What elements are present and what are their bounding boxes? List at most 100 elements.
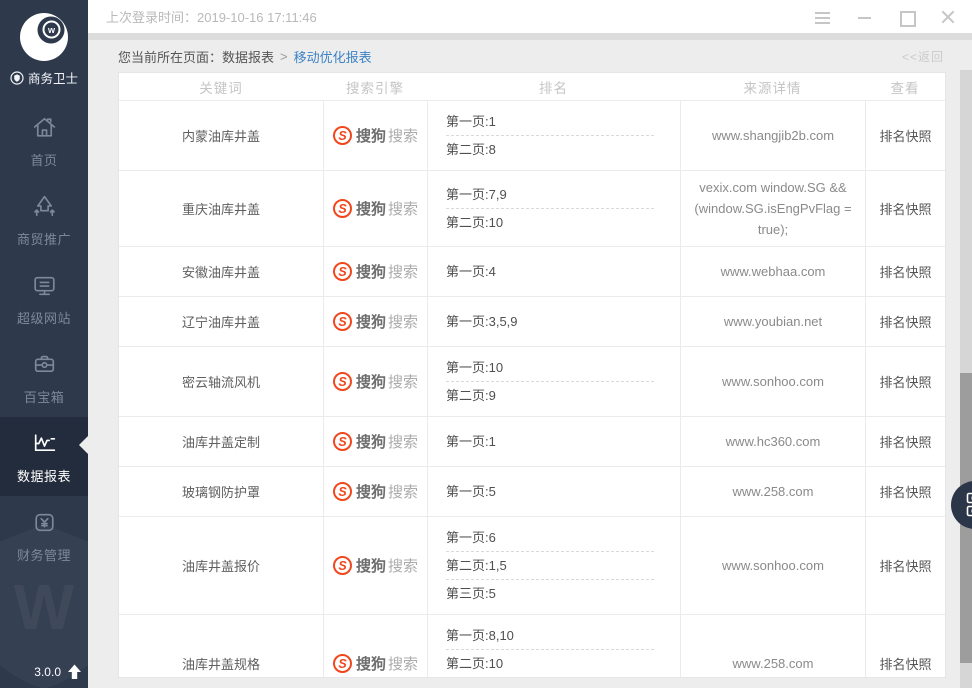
- cell-engine: S 搜狗 搜索: [323, 347, 427, 416]
- rank-line: 第二页:10: [446, 208, 654, 236]
- sogou-icon: S: [333, 556, 352, 575]
- engine-name: 搜狗: [356, 653, 386, 674]
- cell-rank: 第一页:3,5,9: [427, 297, 680, 346]
- sidebar: w 商务卫士 首页: [0, 0, 88, 688]
- engine-suffix: 搜索: [388, 371, 418, 392]
- sidebar-item-label: 商贸推广: [17, 229, 71, 248]
- data-report-icon: [30, 429, 59, 458]
- cell-view: 排名快照: [865, 297, 945, 346]
- table-row: 内蒙油库井盖 S 搜狗 搜索 第一页:1第二页:8 www.shangjib2b…: [119, 101, 945, 170]
- header-rank: 排名: [427, 77, 680, 97]
- qr-code-icon: [966, 492, 972, 518]
- snapshot-link[interactable]: 排名快照: [879, 262, 931, 281]
- back-link[interactable]: <<返回: [902, 48, 944, 65]
- yin-yang-logo-icon: w: [18, 11, 70, 63]
- engine-wrap: S 搜狗 搜索: [333, 481, 418, 502]
- sidebar-item-trade-promotion[interactable]: 商贸推广: [0, 180, 88, 259]
- cell-engine: S 搜狗 搜索: [323, 615, 427, 678]
- close-icon[interactable]: [941, 10, 956, 24]
- rank-line: 第二页:8: [446, 135, 654, 163]
- cell-keyword: 重庆油库井盖: [119, 171, 323, 246]
- rank-line: 第一页:1: [446, 428, 654, 455]
- sogou-icon: S: [333, 262, 352, 281]
- home-icon: [30, 113, 59, 142]
- qr-fab-button[interactable]: [951, 481, 972, 529]
- logo-letter: w: [47, 25, 56, 35]
- sidebar-item-finance[interactable]: 财务管理: [0, 496, 88, 575]
- version-row: 3.0.0: [34, 664, 82, 680]
- svg-text:W: W: [14, 571, 75, 643]
- header-view: 查看: [865, 77, 945, 97]
- maximize-icon[interactable]: [899, 10, 914, 24]
- engine-name: 搜狗: [356, 555, 386, 576]
- table-row: 密云轴流风机 S 搜狗 搜索 第一页:10第二页:9 www.sonhoo.co…: [119, 346, 945, 416]
- snapshot-link[interactable]: 排名快照: [879, 312, 931, 331]
- cell-keyword: 油库井盖报价: [119, 517, 323, 614]
- rank-line: 第一页:10: [446, 354, 654, 381]
- sidebar-item-super-website[interactable]: 超级网站: [0, 259, 88, 338]
- engine-suffix: 搜索: [388, 431, 418, 452]
- cell-source: www.258.com: [680, 615, 865, 678]
- engine-suffix: 搜索: [388, 125, 418, 146]
- sogou-icon: S: [333, 312, 352, 331]
- engine-wrap: S 搜狗 搜索: [333, 125, 418, 146]
- engine-name: 搜狗: [356, 371, 386, 392]
- cell-engine: S 搜狗 搜索: [323, 247, 427, 296]
- rank-line: 第一页:3,5,9: [446, 308, 654, 335]
- table-row: 辽宁油库井盖 S 搜狗 搜索 第一页:3,5,9 www.youbian.net…: [119, 296, 945, 346]
- table-row: 重庆油库井盖 S 搜狗 搜索 第一页:7,9第二页:10 vexix.com w…: [119, 170, 945, 246]
- sogou-icon: S: [333, 654, 352, 673]
- cell-view: 排名快照: [865, 101, 945, 170]
- snapshot-link[interactable]: 排名快照: [879, 372, 931, 391]
- cell-source: www.youbian.net: [680, 297, 865, 346]
- cell-keyword: 辽宁油库井盖: [119, 297, 323, 346]
- rank-line: 第二页:10: [446, 649, 654, 677]
- snapshot-link[interactable]: 排名快照: [879, 556, 931, 575]
- cell-engine: S 搜狗 搜索: [323, 297, 427, 346]
- finance-icon: [30, 508, 59, 537]
- snapshot-link[interactable]: 排名快照: [879, 199, 931, 218]
- table-row: 安徽油库井盖 S 搜狗 搜索 第一页:4 www.webhaa.com 排名快照: [119, 246, 945, 296]
- engine-name: 搜狗: [356, 198, 386, 219]
- cell-view: 排名快照: [865, 417, 945, 466]
- sidebar-item-home[interactable]: 首页: [0, 101, 88, 180]
- engine-name: 搜狗: [356, 125, 386, 146]
- engine-name: 搜狗: [356, 481, 386, 502]
- breadcrumb-prefix: 您当前所在页面：数据报表: [118, 47, 274, 66]
- cell-view: 排名快照: [865, 347, 945, 416]
- engine-suffix: 搜索: [388, 555, 418, 576]
- snapshot-link[interactable]: 排名快照: [879, 126, 931, 145]
- table-row: 玻璃钢防护罩 S 搜狗 搜索 第一页:5 www.258.com 排名快照: [119, 466, 945, 516]
- minimize-icon[interactable]: [857, 10, 872, 24]
- engine-suffix: 搜索: [388, 481, 418, 502]
- table-row: 油库井盖定制 S 搜狗 搜索 第一页:1 www.hc360.com 排名快照: [119, 416, 945, 466]
- rank-line: 第三页:9: [446, 677, 654, 678]
- cell-engine: S 搜狗 搜索: [323, 417, 427, 466]
- table-row: 油库井盖规格 S 搜狗 搜索 第一页:8,10第二页:10第三页:9 www.2…: [119, 614, 945, 678]
- sidebar-item-toolbox[interactable]: 百宝箱: [0, 338, 88, 417]
- cell-rank: 第一页:8,10第二页:10第三页:9: [427, 615, 680, 678]
- menu-icon[interactable]: [815, 10, 830, 24]
- cell-view: 排名快照: [865, 517, 945, 614]
- sidebar-item-label: 财务管理: [17, 545, 71, 564]
- snapshot-link[interactable]: 排名快照: [879, 654, 931, 673]
- update-arrow-icon[interactable]: [67, 664, 82, 680]
- snapshot-link[interactable]: 排名快照: [879, 432, 931, 451]
- brand-name: 商务卫士: [28, 68, 78, 87]
- cell-source: vexix.com window.SG && (window.SG.isEngP…: [680, 171, 865, 246]
- cell-source: www.hc360.com: [680, 417, 865, 466]
- engine-name: 搜狗: [356, 261, 386, 282]
- engine-suffix: 搜索: [388, 311, 418, 332]
- snapshot-link[interactable]: 排名快照: [879, 482, 931, 501]
- sidebar-item-data-report[interactable]: 数据报表: [0, 417, 88, 496]
- engine-wrap: S 搜狗 搜索: [333, 198, 418, 219]
- cell-source: www.shangjib2b.com: [680, 101, 865, 170]
- cell-engine: S 搜狗 搜索: [323, 171, 427, 246]
- cell-keyword: 玻璃钢防护罩: [119, 467, 323, 516]
- header-keyword: 关键词: [119, 77, 323, 97]
- sidebar-item-label: 首页: [30, 150, 57, 169]
- cell-source: www.258.com: [680, 467, 865, 516]
- breadcrumb-current-link[interactable]: 移动优化报表: [294, 47, 372, 66]
- engine-name: 搜狗: [356, 311, 386, 332]
- cell-engine: S 搜狗 搜索: [323, 467, 427, 516]
